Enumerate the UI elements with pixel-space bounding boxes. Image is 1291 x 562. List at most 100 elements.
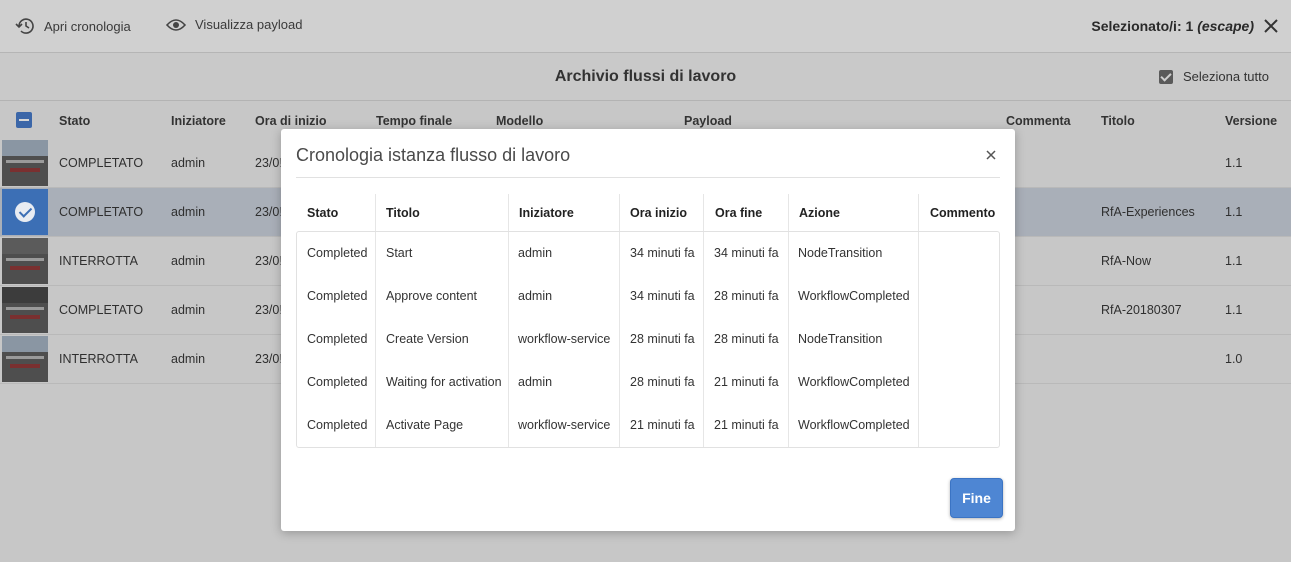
history-action: WorkflowCompleted: [798, 289, 910, 303]
column-header[interactable]: Titolo: [1101, 114, 1135, 128]
title-bar: Archivio flussi di lavoro Seleziona tutt…: [0, 53, 1291, 101]
selection-count-text: Selezionato/i: 1: [1091, 18, 1198, 34]
view-payload-label: Visualizza payload: [195, 17, 303, 32]
row-status: COMPLETATO: [59, 205, 144, 219]
close-icon[interactable]: [1263, 18, 1279, 34]
history-start: 34 minuti fa: [630, 246, 695, 260]
history-start: 28 minuti fa: [630, 375, 695, 389]
history-title: Start: [386, 246, 413, 260]
history-row: Completed Create Version workflow-servic…: [297, 318, 999, 361]
history-initiator: admin: [518, 375, 553, 389]
row-title: RfA-Experiences: [1101, 205, 1195, 219]
view-payload-button[interactable]: Visualizza payload: [166, 17, 302, 32]
row-version: 1.1: [1225, 156, 1243, 170]
checkbox-checked-icon: [1158, 69, 1173, 84]
select-all-button[interactable]: Seleziona tutto: [1158, 69, 1269, 84]
history-row: Completed Waiting for activation admin 2…: [297, 361, 999, 404]
history-status: Completed: [307, 418, 368, 432]
history-end: 28 minuti fa: [714, 289, 779, 303]
open-history-label: Apri cronologia: [44, 18, 131, 34]
history-column-header: Ora inizio: [630, 206, 687, 220]
history-status: Completed: [307, 332, 368, 346]
history-action: NodeTransition: [798, 246, 883, 260]
column-header[interactable]: Versione: [1225, 114, 1277, 128]
history-title: Approve content: [386, 289, 478, 303]
row-initiator: admin: [171, 352, 206, 366]
dialog-title: Cronologia istanza flusso di lavoro: [296, 145, 571, 165]
column-header[interactable]: Payload: [684, 114, 732, 128]
history-initiator: workflow-service: [518, 418, 611, 432]
row-start: 23/0!: [255, 352, 283, 366]
eye-icon: [166, 18, 186, 31]
column-header[interactable]: Iniziatore: [171, 114, 226, 128]
row-version: 1.1: [1225, 303, 1243, 317]
thumbnail[interactable]: [2, 140, 48, 186]
workflow-history-dialog: Cronologia istanza flusso di lavoro Stat…: [281, 129, 1015, 531]
select-all-label: Seleziona tutto: [1182, 69, 1269, 84]
divider: [296, 177, 1000, 178]
row-status: COMPLETATO: [59, 303, 144, 317]
history-column-header: Stato: [307, 206, 339, 220]
row-initiator: admin: [171, 156, 206, 170]
history-title: Create Version: [386, 332, 469, 346]
column-header[interactable]: Commenta: [1006, 114, 1071, 128]
column-header[interactable]: Ora di inizio: [255, 114, 327, 128]
history-status: Completed: [307, 375, 368, 389]
row-version: 1.0: [1225, 352, 1243, 366]
row-initiator: admin: [171, 303, 206, 317]
history-column-header: Titolo: [386, 206, 420, 220]
history-end: 21 minuti fa: [714, 418, 779, 432]
row-title: RfA-20180307: [1101, 303, 1182, 317]
history-row: Completed Approve content admin 34 minut…: [297, 275, 999, 318]
history-icon: [15, 18, 34, 34]
row-start: 23/0!: [255, 205, 283, 219]
history-end: 34 minuti fa: [714, 246, 779, 260]
history-table-header: Stato Titolo Iniziatore Ora inizio Ora f…: [296, 194, 1000, 232]
close-icon[interactable]: [985, 149, 997, 161]
history-status: Completed: [307, 246, 368, 260]
history-table-body: Completed Start admin 34 minuti fa 34 mi…: [296, 231, 1000, 448]
done-button[interactable]: Fine: [950, 478, 1003, 518]
column-header[interactable]: Tempo finale: [376, 114, 452, 128]
selection-count: Selezionato/i: 1 (escape): [1091, 18, 1254, 34]
history-start: 28 minuti fa: [630, 332, 695, 346]
row-version: 1.1: [1225, 254, 1243, 268]
column-header[interactable]: Modello: [496, 114, 543, 128]
history-end: 21 minuti fa: [714, 375, 779, 389]
row-status: COMPLETATO: [59, 156, 144, 170]
row-initiator: admin: [171, 205, 206, 219]
history-action: WorkflowCompleted: [798, 418, 910, 432]
history-action: NodeTransition: [798, 332, 883, 346]
page-title: Archivio flussi di lavoro: [554, 68, 737, 85]
row-version: 1.1: [1225, 205, 1243, 219]
column-header[interactable]: Stato: [59, 114, 90, 128]
history-end: 28 minuti fa: [714, 332, 779, 346]
history-title: Waiting for activation: [386, 375, 502, 389]
check-icon: [15, 202, 35, 222]
thumbnail-selected[interactable]: [2, 189, 48, 235]
action-bar: Apri cronologia Visualizza payload Selez…: [0, 0, 1291, 53]
history-start: 21 minuti fa: [630, 418, 695, 432]
row-start: 23/0!: [255, 156, 283, 170]
history-action: WorkflowCompleted: [798, 375, 910, 389]
thumbnail[interactable]: [2, 336, 48, 382]
history-start: 34 minuti fa: [630, 289, 695, 303]
checkbox-indeterminate-icon[interactable]: [16, 112, 32, 128]
row-title: RfA-Now: [1101, 254, 1152, 268]
open-history-button[interactable]: Apri cronologia: [15, 17, 131, 35]
history-column-header: Iniziatore: [519, 206, 574, 220]
row-start: 23/0!: [255, 254, 283, 268]
history-title: Activate Page: [386, 418, 464, 432]
history-status: Completed: [307, 289, 368, 303]
row-status: INTERROTTA: [59, 254, 138, 268]
escape-hint: (escape): [1197, 18, 1254, 34]
history-initiator: workflow-service: [518, 332, 611, 346]
history-initiator: admin: [518, 246, 553, 260]
thumbnail[interactable]: [2, 238, 48, 284]
thumbnail[interactable]: [2, 287, 48, 333]
history-row: Completed Activate Page workflow-service…: [297, 404, 999, 447]
history-initiator: admin: [518, 289, 553, 303]
row-status: INTERROTTA: [59, 352, 138, 366]
history-column-header: Ora fine: [715, 206, 763, 220]
history-column-header: Commento: [930, 206, 996, 220]
